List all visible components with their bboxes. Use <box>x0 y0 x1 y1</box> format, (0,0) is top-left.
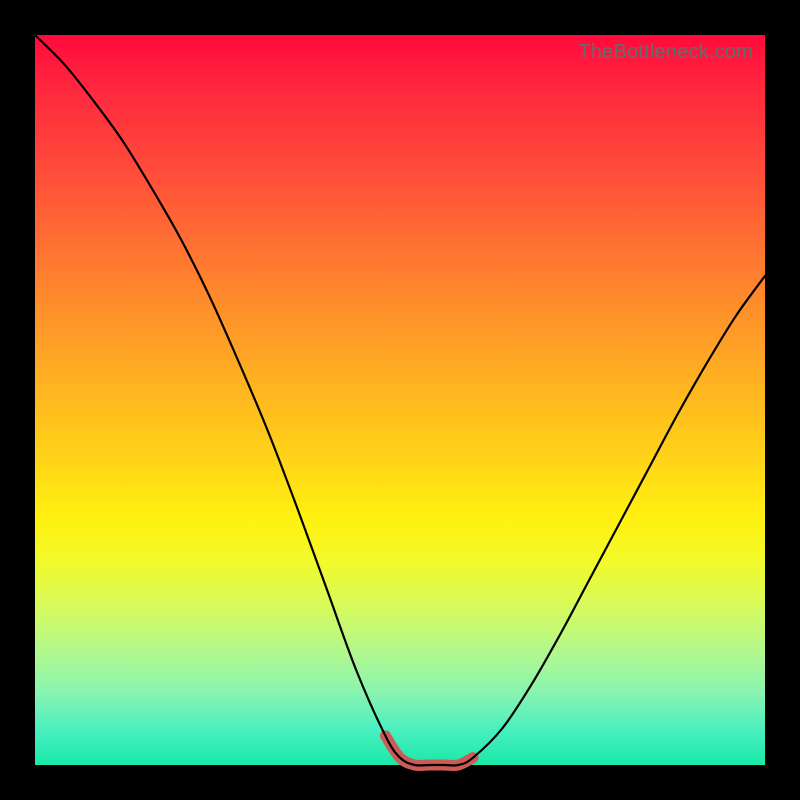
bottleneck-curve <box>35 35 765 766</box>
plot-area: TheBottleneck.com <box>35 35 765 765</box>
optimal-range-highlight <box>385 736 473 766</box>
chart-frame: TheBottleneck.com <box>0 0 800 800</box>
curve-svg <box>35 35 765 765</box>
